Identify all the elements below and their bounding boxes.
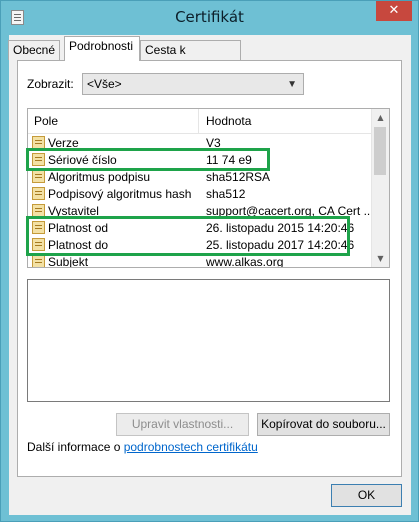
highlight-serial-number	[26, 148, 270, 171]
field-value: sha512	[206, 187, 246, 201]
ok-button[interactable]: OK	[331, 484, 402, 507]
show-select-value: <Vše>	[87, 77, 122, 91]
column-divider[interactable]	[198, 109, 199, 133]
field-icon	[32, 170, 45, 183]
window-title: Certifikát	[175, 8, 244, 26]
tab-certification-path[interactable]: Cesta k certifikátu	[140, 40, 241, 76]
show-label: Zobrazit:	[27, 77, 74, 91]
title-bar[interactable]: Certifikát ✕	[1, 1, 418, 35]
field-icon	[32, 187, 45, 200]
field-value: www.alkas.org	[206, 255, 284, 268]
scrollbar-thumb[interactable]	[374, 127, 386, 175]
tab-general[interactable]: Obecné	[8, 40, 60, 60]
scroll-down-icon[interactable]: ▼	[372, 250, 389, 267]
field-detail-box[interactable]	[27, 279, 390, 402]
more-info-text: Další informace o podrobnostech certifik…	[27, 440, 258, 454]
certificate-details-link[interactable]: podrobnostech certifikátu	[124, 440, 258, 454]
list-header: Pole Hodnota	[28, 109, 373, 134]
chevron-down-icon: ▼	[287, 79, 297, 90]
scroll-up-icon[interactable]: ▲	[372, 109, 389, 126]
list-item[interactable]: Podpisový algoritmus hash sha512	[28, 185, 373, 202]
close-button[interactable]: ✕	[376, 1, 412, 21]
more-info-prefix: Další informace o	[27, 440, 124, 454]
field-value: sha512RSA	[206, 170, 271, 184]
vertical-scrollbar[interactable]: ▲ ▼	[371, 109, 389, 267]
edit-properties-button[interactable]: Upravit vlastnosti...	[116, 413, 249, 436]
column-header-field[interactable]: Pole	[34, 109, 58, 133]
show-select[interactable]: <Vše> ▼	[82, 73, 304, 95]
field-name: Algoritmus podpisu	[48, 170, 151, 184]
field-name: Podpisový algoritmus hash	[48, 187, 192, 201]
field-icon	[32, 255, 45, 267]
tab-details[interactable]: Podrobnosti	[64, 36, 140, 61]
field-name: Subjekt	[48, 255, 89, 268]
copy-to-file-button[interactable]: Kopírovat do souboru...	[257, 413, 390, 436]
highlight-validity	[26, 216, 350, 256]
column-header-value[interactable]: Hodnota	[206, 109, 251, 133]
